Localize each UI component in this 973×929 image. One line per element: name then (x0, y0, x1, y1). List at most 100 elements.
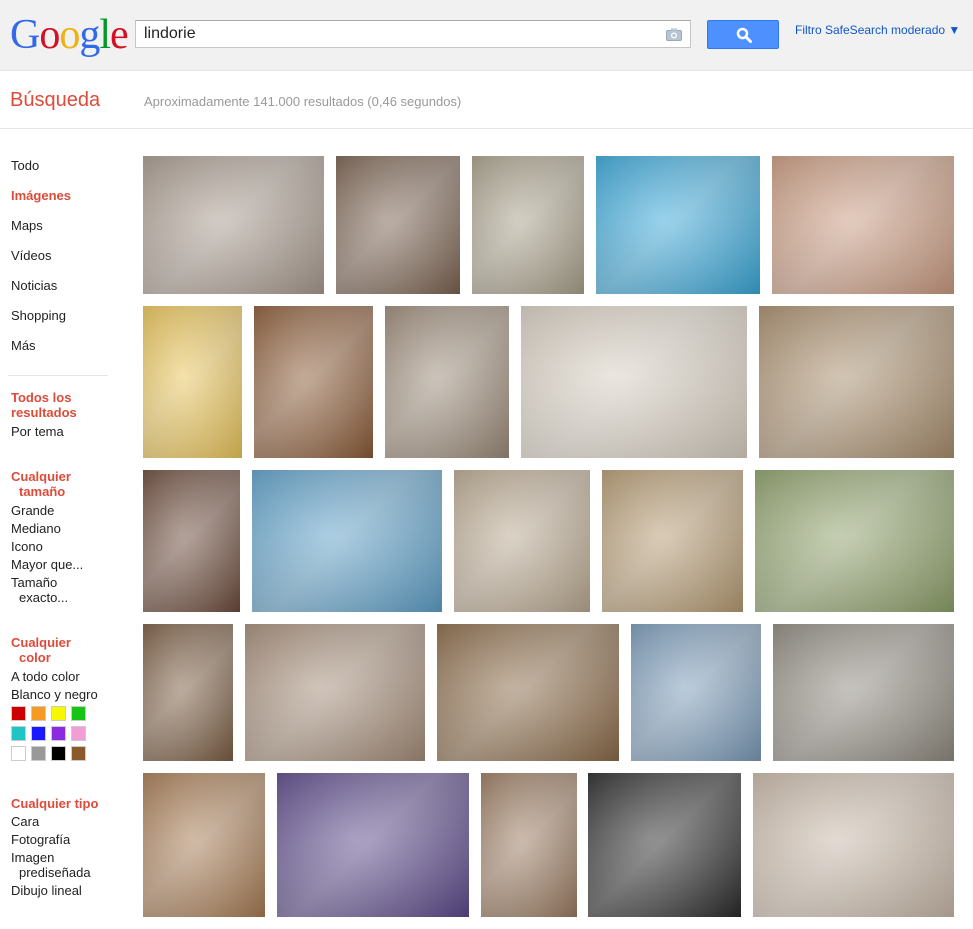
color-swatch[interactable] (11, 706, 26, 721)
image-placeholder (143, 470, 240, 612)
size-exact[interactable]: Tamaño exacto... (11, 575, 68, 605)
nav-maps[interactable]: Maps (11, 218, 43, 233)
filter-any-color-line2: color (19, 650, 51, 665)
image-placeholder (437, 624, 619, 761)
search-button[interactable] (707, 20, 779, 49)
color-swatch[interactable] (71, 746, 86, 761)
type-photo[interactable]: Fotografía (11, 832, 70, 847)
size-exact-line2: exacto... (19, 590, 69, 605)
filter-any-color[interactable]: Cualquier color (11, 635, 71, 665)
nav-noticias[interactable]: Noticias (11, 278, 57, 293)
image-thumbnail[interactable] (454, 470, 590, 612)
image-thumbnail[interactable] (481, 773, 577, 917)
safesearch-filter[interactable]: Filtro SafeSearch moderado ▼ (795, 23, 960, 37)
image-placeholder (277, 773, 469, 917)
image-placeholder (753, 773, 954, 917)
search-input[interactable] (136, 21, 656, 47)
image-placeholder (588, 773, 741, 917)
image-thumbnail[interactable] (521, 306, 747, 458)
color-swatch[interactable] (71, 726, 86, 741)
image-thumbnail[interactable] (755, 470, 954, 612)
image-thumbnail[interactable] (631, 624, 761, 761)
results-bar: Búsqueda Aproximadamente 141.000 resulta… (0, 72, 973, 129)
color-swatch[interactable] (11, 726, 26, 741)
image-placeholder (521, 306, 747, 458)
image-placeholder (472, 156, 584, 294)
filter-any-size-line2: tamaño (19, 484, 66, 499)
camera-icon[interactable] (666, 28, 682, 41)
color-full[interactable]: A todo color (11, 669, 80, 684)
filter-all-results-line1: Todos los (11, 390, 72, 405)
color-swatch[interactable] (71, 706, 86, 721)
filter-all-results[interactable]: Todos los resultados (11, 390, 77, 420)
image-thumbnail[interactable] (143, 306, 242, 458)
image-thumbnail[interactable] (602, 470, 743, 612)
image-thumbnail[interactable] (254, 306, 373, 458)
image-thumbnail[interactable] (143, 156, 324, 294)
image-placeholder (143, 624, 233, 761)
image-thumbnail[interactable] (753, 773, 954, 917)
search-icon (736, 27, 752, 43)
image-thumbnail[interactable] (277, 773, 469, 917)
image-thumbnail[interactable] (596, 156, 760, 294)
top-bar: Google Filtro SafeSearch moderado ▼ (0, 0, 973, 71)
filter-any-type[interactable]: Cualquier tipo (11, 796, 98, 811)
size-large[interactable]: Grande (11, 503, 54, 518)
image-thumbnail[interactable] (143, 773, 265, 917)
filter-any-color-line1: Cualquier (11, 635, 71, 650)
image-placeholder (755, 470, 954, 612)
type-face[interactable]: Cara (11, 814, 39, 829)
image-placeholder (252, 470, 442, 612)
image-thumbnail[interactable] (437, 624, 619, 761)
image-thumbnail[interactable] (759, 306, 954, 458)
image-thumbnail[interactable] (143, 470, 240, 612)
image-thumbnail[interactable] (385, 306, 509, 458)
image-thumbnail[interactable] (143, 624, 233, 761)
type-line-drawing[interactable]: Dibujo lineal (11, 883, 82, 898)
color-swatch[interactable] (31, 726, 46, 741)
image-thumbnail[interactable] (772, 156, 954, 294)
image-placeholder (596, 156, 760, 294)
section-title: Búsqueda (10, 89, 101, 111)
image-placeholder (773, 624, 954, 761)
filter-all-results-line2: resultados (11, 405, 77, 420)
color-bw[interactable]: Blanco y negro (11, 687, 98, 702)
color-swatch[interactable] (51, 726, 66, 741)
filter-any-size[interactable]: Cualquier tamaño (11, 469, 71, 499)
color-swatch[interactable] (51, 706, 66, 721)
size-icon[interactable]: Icono (11, 539, 43, 554)
image-placeholder (245, 624, 425, 761)
result-stats: Aproximadamente 141.000 resultados (0,46… (144, 94, 462, 109)
image-placeholder (143, 773, 265, 917)
color-swatch[interactable] (31, 706, 46, 721)
image-thumbnail[interactable] (472, 156, 584, 294)
image-placeholder (631, 624, 761, 761)
color-swatch[interactable] (11, 746, 26, 761)
nav-todo[interactable]: Todo (11, 158, 39, 173)
type-clipart-line2: prediseñada (19, 865, 91, 880)
image-thumbnail[interactable] (336, 156, 460, 294)
size-larger-than[interactable]: Mayor que... (11, 557, 83, 572)
color-swatch[interactable] (51, 746, 66, 761)
nav-shopping[interactable]: Shopping (11, 308, 66, 323)
color-swatch[interactable] (31, 746, 46, 761)
image-placeholder (143, 306, 242, 458)
image-placeholder (454, 470, 590, 612)
sidebar-divider (8, 375, 108, 376)
type-clipart-line1: Imagen (11, 850, 55, 865)
image-placeholder (254, 306, 373, 458)
nav-mas[interactable]: Más (11, 338, 36, 353)
image-placeholder (385, 306, 509, 458)
filter-by-topic[interactable]: Por tema (11, 424, 64, 439)
image-thumbnail[interactable] (245, 624, 425, 761)
image-thumbnail[interactable] (252, 470, 442, 612)
image-placeholder (602, 470, 743, 612)
size-exact-line1: Tamaño (11, 575, 58, 590)
size-medium[interactable]: Mediano (11, 521, 61, 536)
type-clipart[interactable]: Imagen prediseñada (11, 850, 91, 880)
nav-videos[interactable]: Vídeos (11, 248, 51, 263)
nav-imagenes[interactable]: Imágenes (11, 188, 71, 203)
google-logo[interactable]: Google (10, 12, 129, 58)
image-thumbnail[interactable] (773, 624, 954, 761)
image-thumbnail[interactable] (588, 773, 741, 917)
